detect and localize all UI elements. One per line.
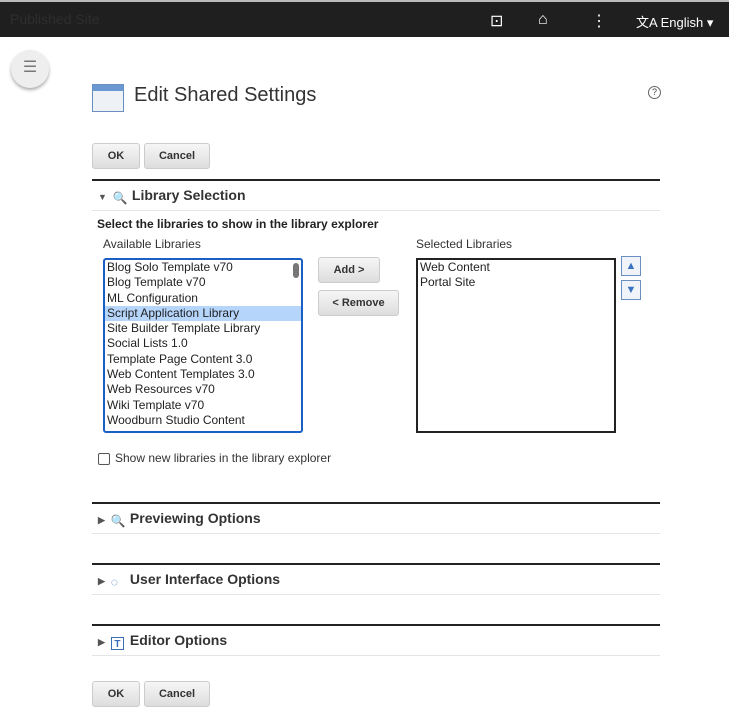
- translate-icon: 文A: [636, 15, 657, 30]
- collapsed-arrow-icon: ▶: [98, 576, 105, 586]
- language-selector[interactable]: 文A English ▾: [636, 12, 713, 31]
- language-label: English: [660, 15, 704, 30]
- available-library-option[interactable]: Site Builder Template Library: [105, 321, 301, 336]
- preview-icon: 🔍: [110, 514, 126, 528]
- available-library-option[interactable]: Web Content Templates 3.0: [105, 367, 301, 382]
- user-interface-options-header[interactable]: ▶ ◌ User Interface Options: [92, 565, 660, 595]
- previewing-options-header[interactable]: ▶ 🔍 Previewing Options: [92, 504, 660, 534]
- settings-page-icon: [92, 84, 124, 112]
- available-library-option[interactable]: ML Configuration: [105, 291, 301, 306]
- available-library-option[interactable]: Woodburn Studio Content: [105, 413, 301, 428]
- text-editor-icon: T: [110, 637, 124, 650]
- speech-bubble-icon: ◌: [110, 575, 119, 589]
- library-search-icon: 🔍: [112, 191, 128, 205]
- section-title: Editor Options: [129, 632, 228, 648]
- available-library-option[interactable]: Social Lists 1.0: [105, 336, 301, 351]
- arrow-down-icon: ▼: [625, 284, 637, 296]
- library-selection-header[interactable]: ▼ 🔍 Library Selection: [92, 181, 660, 211]
- expanded-arrow-icon: ▼: [98, 192, 107, 202]
- more-vertical-icon[interactable]: ⋮: [591, 11, 607, 31]
- previewing-options-section: ▶ 🔍 Previewing Options: [92, 502, 660, 534]
- caret-down-icon: ▾: [706, 15, 714, 30]
- section-title: User Interface Options: [129, 571, 281, 587]
- page-title: Edit Shared Settings: [134, 84, 317, 106]
- ok-button-bottom[interactable]: OK: [92, 681, 140, 707]
- available-library-option[interactable]: Wiki Template v70: [105, 398, 301, 413]
- available-library-option[interactable]: Web Resources v70: [105, 382, 301, 397]
- library-selection-section: ▼ 🔍 Library Selection: [92, 179, 660, 211]
- show-new-libraries-checkbox[interactable]: [98, 453, 110, 465]
- site-name[interactable]: Published Site: [10, 11, 100, 27]
- section-title: Library Selection: [131, 187, 246, 203]
- move-up-button[interactable]: ▲: [621, 256, 641, 276]
- collapsed-arrow-icon: ▶: [98, 515, 105, 525]
- move-down-button[interactable]: ▼: [621, 280, 641, 300]
- show-new-libraries-label: Show new libraries in the library explor…: [115, 451, 332, 465]
- home-icon[interactable]: ⌂: [538, 11, 548, 29]
- available-libraries-label: Available Libraries: [103, 237, 201, 251]
- add-button[interactable]: Add >: [318, 257, 380, 283]
- editor-options-header[interactable]: ▶ T Editor Options: [92, 626, 660, 656]
- scrollbar[interactable]: [293, 263, 299, 279]
- cancel-button-bottom[interactable]: Cancel: [144, 681, 210, 707]
- instruction-text: Select the libraries to show in the libr…: [97, 217, 379, 231]
- cancel-button[interactable]: Cancel: [144, 143, 210, 169]
- available-library-option[interactable]: Blog Template v70: [105, 275, 301, 290]
- collapsed-arrow-icon: ▶: [98, 637, 105, 647]
- menu-button[interactable]: ☰: [11, 50, 49, 88]
- available-library-option[interactable]: Blog Solo Template v70: [105, 260, 301, 275]
- section-title: Previewing Options: [129, 510, 261, 526]
- top-bar: Published Site ⊡ ⌂ ⋮ 文A English ▾: [0, 0, 729, 37]
- help-icon[interactable]: ?: [648, 86, 661, 99]
- available-library-option[interactable]: Script Application Library: [105, 305, 301, 322]
- selected-library-option[interactable]: Portal Site: [418, 275, 614, 290]
- available-libraries-list[interactable]: Blog Solo Template v70 Blog Template v70 M…: [103, 258, 303, 433]
- hamburger-icon: ☰: [22, 59, 38, 76]
- available-library-option[interactable]: Template Page Content 3.0: [105, 352, 301, 367]
- selected-library-option[interactable]: Web Content: [418, 260, 614, 275]
- editor-options-section: ▶ T Editor Options: [92, 624, 660, 656]
- selected-libraries-list[interactable]: Web Content Portal Site: [416, 258, 616, 433]
- arrow-up-icon: ▲: [625, 260, 637, 272]
- panel-toggle-icon[interactable]: ⊡: [490, 11, 503, 31]
- selected-libraries-label: Selected Libraries: [416, 237, 513, 251]
- ok-button[interactable]: OK: [92, 143, 140, 169]
- remove-button[interactable]: < Remove: [318, 290, 399, 316]
- user-interface-options-section: ▶ ◌ User Interface Options: [92, 563, 660, 595]
